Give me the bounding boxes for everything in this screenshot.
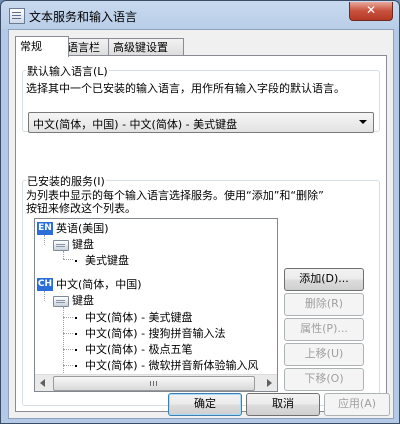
- tree-line: [44, 291, 45, 301]
- remove-button[interactable]: 删除(R): [284, 293, 364, 316]
- scroll-left-icon[interactable]: [35, 375, 51, 391]
- move-down-button[interactable]: 下移(O): [284, 368, 364, 391]
- tree-line: [63, 349, 73, 350]
- tree-horizontal-scrollbar[interactable]: [35, 374, 277, 391]
- tab-advanced-key-settings[interactable]: 高级键设置: [108, 38, 184, 56]
- dialog-window: 文本服务和输入语言 ✕ 常规 语言栏 高级键设置 默认输入语言(L) 选择其中一…: [0, 0, 400, 424]
- default-input-selected-value: 中文(简体，中国) - 中文(简体) - 美式键盘: [33, 118, 238, 131]
- group-label: 键盘: [72, 294, 94, 307]
- scrollbar-thumb[interactable]: [53, 376, 255, 391]
- bullet-icon: [75, 260, 77, 262]
- tree-line: [63, 333, 73, 334]
- bullet-icon: [75, 365, 77, 367]
- language-badge-en: EN: [37, 222, 53, 235]
- tab-panel-general: 默认输入语言(L) 选择其中一个已安装的输入语言，用作所有输入字段的默认语言。 …: [15, 55, 387, 412]
- default-input-legend: 默认输入语言(L): [26, 63, 109, 79]
- bullet-icon: [75, 317, 77, 319]
- service-label: 中文(简体) - 微软拼音新体验输入风: [85, 359, 259, 372]
- close-button[interactable]: ✕: [349, 2, 393, 21]
- tree-line: [63, 317, 73, 318]
- add-button[interactable]: 添加(D)...: [284, 268, 364, 291]
- grip-icon: [156, 381, 157, 386]
- grip-icon: [150, 381, 151, 386]
- services-tree[interactable]: EN 英语(美国) 键盘 美式键盘 CH 中文(简体，中国) 键盘 中文(简体)…: [34, 218, 278, 392]
- tree-line: [44, 235, 45, 245]
- default-input-description: 选择其中一个已安装的输入语言，用作所有输入字段的默认语言。: [26, 82, 345, 95]
- language-name: 中文(简体，中国): [56, 278, 142, 291]
- window-title: 文本服务和输入语言: [29, 10, 138, 24]
- tree-line: [63, 259, 73, 260]
- bullet-icon: [75, 333, 77, 335]
- keyboard-icon: [53, 240, 69, 251]
- dropdown-arrow-icon: [359, 120, 367, 124]
- scroll-right-icon[interactable]: [261, 375, 277, 391]
- language-badge-ch: CH: [37, 278, 53, 291]
- dialog-client: 常规 语言栏 高级键设置 默认输入语言(L) 选择其中一个已安装的输入语言，用作…: [8, 29, 394, 419]
- service-label: 美式键盘: [85, 254, 129, 267]
- dialog-app-icon: [9, 8, 25, 24]
- service-label: 中文(简体) - 搜狗拼音输入法: [85, 327, 226, 340]
- ok-button[interactable]: 确定: [168, 393, 242, 416]
- grip-icon: [153, 381, 154, 386]
- title-bar[interactable]: 文本服务和输入语言 ✕: [1, 1, 399, 29]
- language-name: 英语(美国): [56, 222, 109, 235]
- keyboard-icon: [53, 296, 69, 307]
- move-up-button[interactable]: 上移(U): [284, 343, 364, 366]
- cancel-button[interactable]: 取消: [246, 393, 320, 416]
- apply-button[interactable]: 应用(A): [324, 393, 390, 416]
- tree-line: [63, 251, 64, 259]
- default-input-language-select[interactable]: 中文(简体，中国) - 中文(简体) - 美式键盘: [28, 112, 374, 133]
- group-label: 键盘: [72, 238, 94, 251]
- tree-line: [63, 365, 73, 366]
- bullet-icon: [75, 349, 77, 351]
- service-label: 中文(简体) - 美式键盘: [85, 311, 193, 324]
- properties-button[interactable]: 属性(P)...: [284, 318, 364, 341]
- tab-general[interactable]: 常规: [15, 36, 69, 57]
- installed-services-description-2: 按钮来修改这个列表。: [26, 202, 136, 215]
- service-label: 中文(简体) - 极点五笔: [85, 343, 193, 356]
